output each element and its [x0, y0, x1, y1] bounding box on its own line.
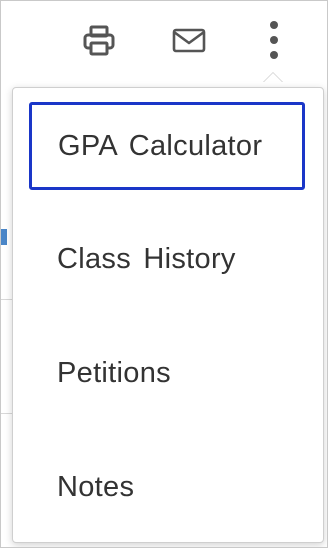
menu-item-label: Class History: [57, 242, 236, 275]
background-accent: [1, 229, 7, 245]
menu-item-label: GPA Calculator: [58, 129, 263, 162]
printer-icon: [83, 25, 115, 56]
app-frame: GPA Calculator Class History Petitions N…: [0, 0, 328, 548]
toolbar: [1, 1, 327, 81]
vertical-ellipsis-icon: [270, 21, 278, 59]
dropdown-menu: GPA Calculator Class History Petitions N…: [12, 87, 324, 543]
print-button[interactable]: [77, 19, 121, 63]
menu-item-petitions[interactable]: Petitions: [13, 328, 323, 418]
menu-item-label: Petitions: [57, 356, 171, 389]
menu-item-notes[interactable]: Notes: [13, 442, 323, 532]
email-button[interactable]: [167, 19, 211, 63]
more-options-button[interactable]: [252, 19, 296, 63]
menu-item-gpa-calculator[interactable]: GPA Calculator: [29, 102, 305, 190]
envelope-icon: [172, 28, 206, 53]
menu-item-label: Notes: [57, 470, 135, 503]
menu-caret: [263, 72, 283, 82]
menu-item-class-history[interactable]: Class History: [13, 214, 323, 304]
